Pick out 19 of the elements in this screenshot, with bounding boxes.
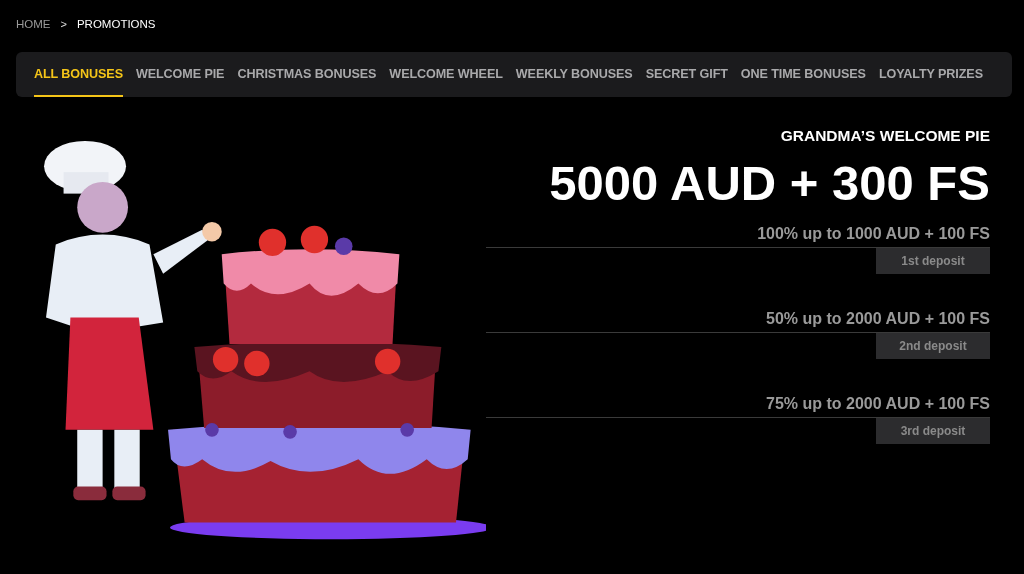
- tab[interactable]: SECRET GIFT: [645, 52, 728, 97]
- tab[interactable]: WELCOME PIE: [135, 52, 225, 97]
- deposit-label: 2nd deposit: [876, 332, 990, 359]
- deposit-label: 1st deposit: [876, 247, 990, 274]
- breadcrumb-separator: >: [60, 18, 67, 30]
- promo-subtitle: GRANDMA’S WELCOME PIE: [780, 127, 990, 145]
- tab[interactable]: ONE TIME BONUSES: [740, 52, 866, 97]
- tab[interactable]: ALL BONUSES: [34, 52, 123, 97]
- breadcrumb-link[interactable]: HOME: [16, 18, 51, 30]
- deposit-offer: 100% up to 1000 AUD + 100 FS: [757, 224, 990, 243]
- promo-headline: 5000 AUD + 300 FS: [549, 157, 990, 211]
- deposit-offer: 75% up to 2000 AUD + 100 FS: [766, 394, 990, 413]
- deposit-label: 3rd deposit: [876, 417, 990, 444]
- tab[interactable]: LOYALTY PRIZES: [878, 52, 983, 97]
- breadcrumb-link[interactable]: PROMOTIONS: [76, 18, 156, 30]
- deposit-offer: 50% up to 2000 AUD + 100 FS: [766, 309, 990, 328]
- tab[interactable]: CHRISTMAS BONUSES: [237, 52, 377, 97]
- tab[interactable]: WELCOME WHEEL: [389, 52, 503, 97]
- tab[interactable]: WEEKLY BONUSES: [515, 52, 633, 97]
